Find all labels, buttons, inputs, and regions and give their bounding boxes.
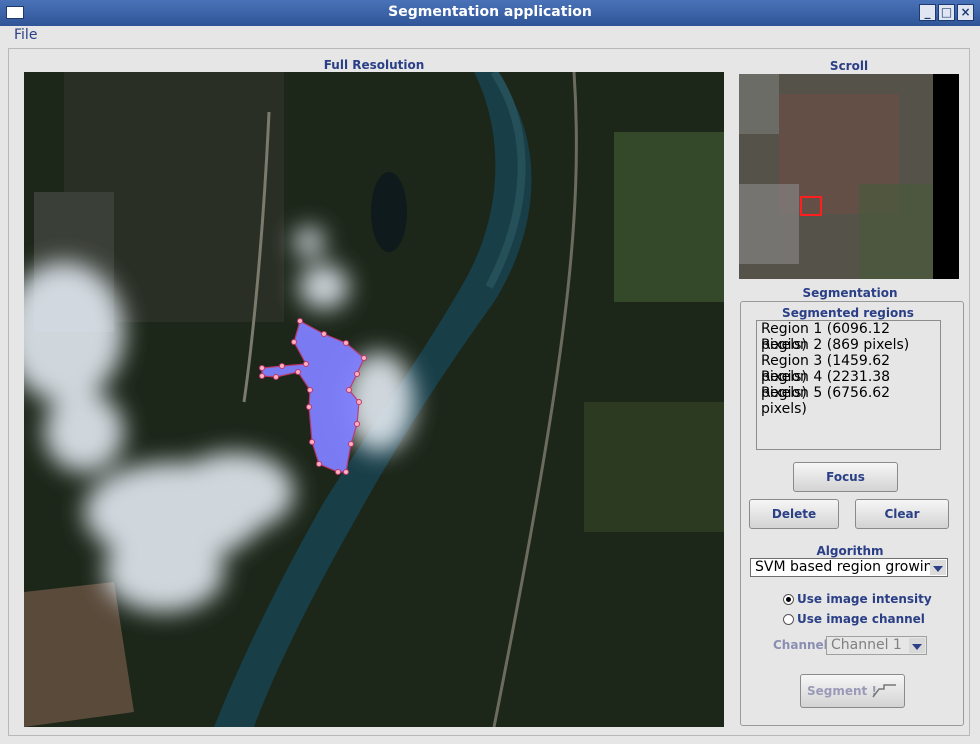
menu-bar: File — [0, 26, 980, 46]
list-item[interactable]: Region 5 (6756.62 pixels) — [757, 385, 940, 417]
use-image-intensity-label[interactable]: Use image intensity — [797, 592, 932, 606]
algorithm-value: SVM based region growing — [755, 559, 942, 575]
algorithm-caption: Algorithm — [816, 544, 884, 558]
channel-select[interactable]: Channel 1 — [826, 636, 927, 655]
channel-value: Channel 1 — [831, 637, 902, 653]
minimize-icon[interactable]: _ — [919, 4, 936, 21]
satellite-image — [24, 72, 724, 727]
menu-file[interactable]: File — [14, 27, 37, 43]
chevron-down-icon — [930, 560, 946, 575]
full-resolution-caption: Full Resolution — [323, 58, 425, 72]
list-item[interactable]: Region 2 (869 pixels) — [757, 337, 940, 353]
delete-button[interactable]: Delete — [749, 499, 839, 529]
overview-image — [739, 74, 959, 279]
list-item[interactable]: Region 3 (1459.62 pixels) — [757, 353, 940, 385]
algorithm-select[interactable]: SVM based region growing — [750, 558, 948, 577]
segment-icon — [872, 684, 896, 698]
segmented-regions-list[interactable]: Region 1 (6096.12 pixels) Region 2 (869 … — [756, 320, 941, 450]
title-bar[interactable]: Segmentation application _ □ × — [0, 0, 980, 26]
segment-button[interactable]: Segment ! — [800, 674, 905, 708]
list-item[interactable]: Region 1 (6096.12 pixels) — [757, 321, 940, 353]
chevron-down-icon — [909, 638, 925, 653]
use-image-channel-label[interactable]: Use image channel — [797, 612, 925, 626]
focus-button[interactable]: Focus — [793, 462, 898, 492]
segmented-regions-caption: Segmented regions — [782, 306, 914, 320]
full-resolution-image[interactable] — [24, 72, 724, 727]
window-title: Segmentation application — [388, 4, 592, 20]
use-image-channel-radio[interactable] — [783, 614, 794, 625]
clear-button[interactable]: Clear — [855, 499, 949, 529]
scroll-caption: Scroll — [829, 59, 869, 73]
channel-label: Channel — [773, 638, 828, 652]
maximize-icon[interactable]: □ — [938, 4, 955, 21]
segment-label: Segment ! — [807, 684, 877, 698]
segmentation-caption: Segmentation — [802, 286, 898, 300]
close-icon[interactable]: × — [957, 4, 974, 21]
scroll-overview-image[interactable] — [739, 74, 959, 279]
list-item[interactable]: Region 4 (2231.38 pixels) — [757, 369, 940, 401]
use-image-intensity-radio[interactable] — [783, 594, 794, 605]
